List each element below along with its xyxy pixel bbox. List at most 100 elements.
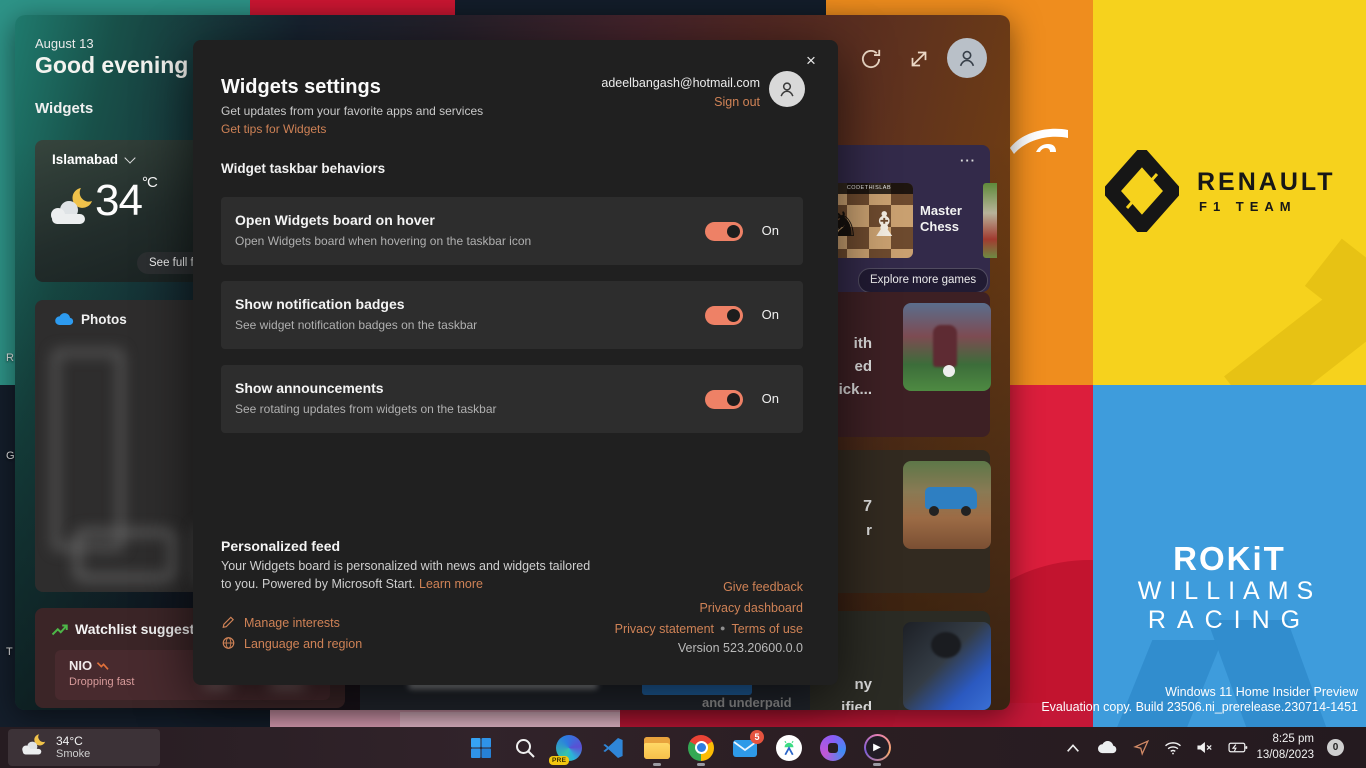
setting-title: Show announcements	[235, 380, 384, 396]
loop-hole	[828, 743, 838, 753]
expand-icon[interactable]	[906, 46, 932, 72]
battery-charging-icon[interactable]	[1228, 741, 1248, 754]
chevron-down-icon	[124, 152, 135, 163]
loop-button[interactable]	[811, 727, 855, 768]
running-indicator	[653, 763, 661, 766]
taskbar-weather-chip[interactable]: 34°C Smoke	[8, 729, 160, 766]
second-game-thumbnail[interactable]	[983, 183, 997, 258]
folder-icon	[644, 737, 670, 759]
refresh-icon[interactable]	[858, 46, 884, 72]
setting-description: See rotating updates from widgets on the…	[235, 402, 497, 416]
blurred-photo-content	[53, 350, 123, 550]
game-title: Master Chess	[920, 203, 982, 235]
mail-unread-badge: 5	[750, 730, 764, 744]
moon-cloud-icon	[20, 733, 48, 763]
setting-row-announcements: Show announcements See rotating updates …	[221, 365, 803, 433]
version-label: Version 523.20600.0.0	[678, 641, 803, 655]
account-avatar[interactable]	[769, 71, 805, 107]
terms-of-use-link[interactable]: Terms of use	[731, 622, 803, 636]
master-chess-thumbnail[interactable]: CODETHISLAB ♞ ♝	[825, 183, 913, 258]
taskbar-clock[interactable]: 8:25 pm 13/08/2023	[1256, 731, 1314, 763]
widgets-settings-dialog: × Widgets settings Get updates from your…	[193, 40, 838, 685]
vscode-icon	[601, 736, 625, 760]
toggle-knob	[727, 309, 740, 322]
setting-description: See widget notification badges on the ta…	[235, 318, 477, 332]
board-date: August 13	[35, 36, 94, 51]
language-region-link[interactable]: Language and region	[221, 636, 362, 651]
desktop-icon-label[interactable]: G	[6, 450, 15, 462]
media-player-icon: ▶	[864, 734, 891, 761]
headline-fragment: r	[866, 522, 872, 539]
play-icon: ▶	[866, 736, 889, 759]
dot-separator: ●	[720, 623, 725, 633]
feed-description-line2: to you. Powered by Microsoft Start. Lear…	[221, 577, 483, 591]
desktop-icon-label[interactable]: R	[6, 352, 14, 364]
learn-more-link[interactable]: Learn more	[419, 577, 483, 591]
person-icon	[777, 79, 797, 99]
behaviors-section-heading: Widget taskbar behaviors	[221, 161, 385, 176]
close-icon[interactable]: ×	[798, 48, 824, 74]
search-button[interactable]	[503, 727, 547, 768]
board-greeting: Good evening	[35, 52, 188, 79]
privacy-statement-link[interactable]: Privacy statement	[615, 622, 714, 636]
file-explorer-button[interactable]	[635, 727, 679, 768]
get-tips-link[interactable]: Get tips for Widgets	[221, 122, 326, 136]
android-studio-button[interactable]	[767, 727, 811, 768]
more-options-icon[interactable]: ···	[960, 153, 976, 168]
moon-cloud-icon	[47, 186, 97, 235]
mail-button[interactable]: 5	[723, 727, 767, 768]
volume-muted-icon[interactable]	[1196, 740, 1214, 755]
toggle-switch[interactable]	[705, 222, 743, 241]
setting-description: Open Widgets board when hovering on the …	[235, 234, 531, 248]
racing-brand-text: RACING	[1093, 606, 1366, 635]
board-profile-avatar[interactable]	[947, 38, 987, 78]
media-player-button[interactable]: ▶	[855, 727, 899, 768]
toggle-switch[interactable]	[705, 306, 743, 325]
give-feedback-link[interactable]: Give feedback	[723, 580, 803, 594]
wifi-icon[interactable]	[1164, 741, 1182, 755]
williams-brand-text: WILLIAMS	[1093, 577, 1366, 606]
tray-chevron-up-icon[interactable]	[1065, 742, 1081, 754]
headline-fragment: ny	[854, 676, 872, 693]
system-tray	[1065, 727, 1248, 768]
headline-fragment: ed	[854, 358, 872, 375]
loop-icon	[820, 735, 846, 761]
renault-brand-text: RENAULT	[1197, 168, 1336, 197]
account-email: adeelbangash@hotmail.com	[601, 76, 760, 90]
taskbar: 34°C Smoke PRE	[0, 727, 1366, 768]
setting-row-open-on-hover: Open Widgets board on hover Open Widgets…	[221, 197, 803, 265]
football-thumbnail	[903, 303, 991, 391]
wallpaper-pink-strip-light	[400, 712, 620, 728]
vscode-button[interactable]	[591, 727, 635, 768]
start-button[interactable]	[459, 727, 503, 768]
privacy-dashboard-link[interactable]: Privacy dashboard	[699, 601, 803, 615]
blurred-photo-content	[75, 530, 175, 580]
headline-fragment: and underpaid	[702, 695, 792, 710]
game-studio-caption: CODETHISLAB	[825, 183, 913, 194]
chrome-icon	[688, 735, 714, 761]
desktop-icon-label[interactable]: T	[6, 646, 13, 658]
running-indicator	[873, 763, 881, 766]
onedrive-cloud-icon[interactable]	[1095, 740, 1119, 755]
feed-description-line1: Your Widgets board is personalized with …	[221, 559, 590, 573]
sign-out-link[interactable]: Sign out	[714, 95, 760, 109]
manage-interests-link[interactable]: Manage interests	[221, 615, 340, 630]
clock-time: 8:25 pm	[1256, 731, 1314, 747]
toggle-knob	[727, 393, 740, 406]
android-studio-icon	[776, 735, 802, 761]
headline-fragment: ified	[841, 699, 872, 710]
pencil-icon	[221, 615, 236, 629]
setting-row-notification-badges: Show notification badges See widget noti…	[221, 281, 803, 349]
explore-more-games-button[interactable]: Explore more games	[858, 268, 988, 293]
location-in-use-icon[interactable]	[1133, 739, 1150, 756]
notification-count-badge[interactable]: 0	[1327, 739, 1344, 756]
weather-location-dropdown[interactable]: Islamabad	[52, 152, 134, 167]
edge-insider-button[interactable]: PRE	[547, 727, 591, 768]
toggle-switch[interactable]	[705, 390, 743, 409]
photos-widget-title: Photos	[81, 312, 127, 327]
headline-fragment: ith	[854, 335, 872, 352]
windows-edition-watermark: Windows 11 Home Insider Preview	[1165, 685, 1358, 699]
chrome-button[interactable]	[679, 727, 723, 768]
mclaren-logo-fragment	[1008, 118, 1070, 171]
headline-fragment: ick...	[839, 381, 872, 398]
